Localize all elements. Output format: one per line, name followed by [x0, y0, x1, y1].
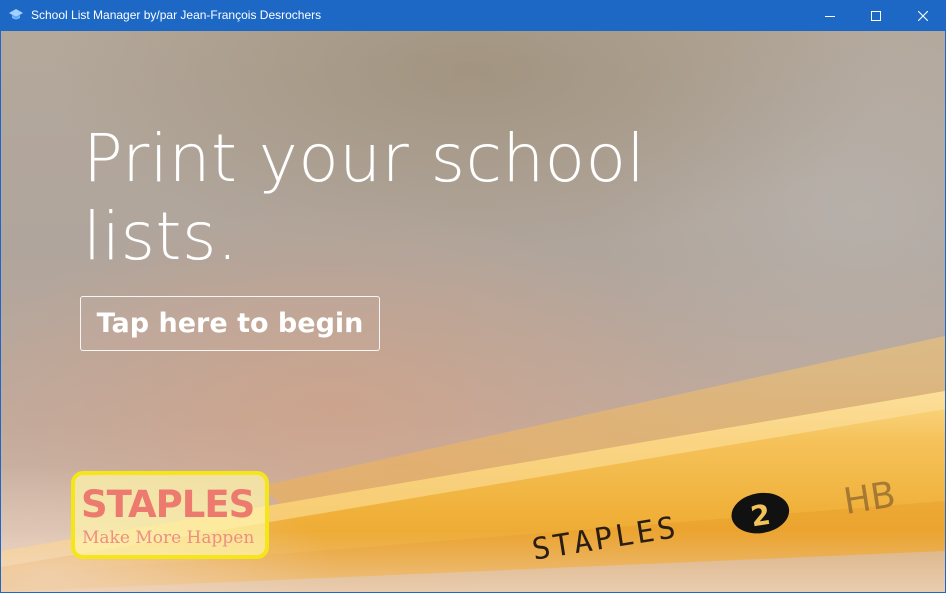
- staples-tagline-text: Make More Happen: [82, 528, 254, 548]
- minimize-button[interactable]: [807, 0, 853, 31]
- graduation-cap-icon: [9, 9, 23, 20]
- splash-screen[interactable]: STAPLES 2 HB Print your school lists. Ta…: [1, 31, 945, 592]
- close-button[interactable]: [900, 0, 946, 31]
- hero-title: Print your school lists.: [83, 120, 646, 275]
- pencil-grade-text: HB: [841, 474, 899, 523]
- staples-logo: STAPLES Make More Happen: [71, 471, 269, 559]
- window-title: School List Manager by/par Jean-François…: [31, 8, 322, 22]
- maximize-icon: [871, 10, 881, 21]
- app-window: School List Manager by/par Jean-François…: [0, 0, 946, 593]
- title-bar[interactable]: School List Manager by/par Jean-François…: [0, 0, 946, 31]
- begin-button[interactable]: Tap here to begin: [80, 296, 380, 351]
- maximize-button[interactable]: [853, 0, 899, 31]
- staples-brand-text: STAPLES: [81, 483, 254, 526]
- minimize-icon: [825, 15, 835, 17]
- close-icon: [918, 10, 928, 21]
